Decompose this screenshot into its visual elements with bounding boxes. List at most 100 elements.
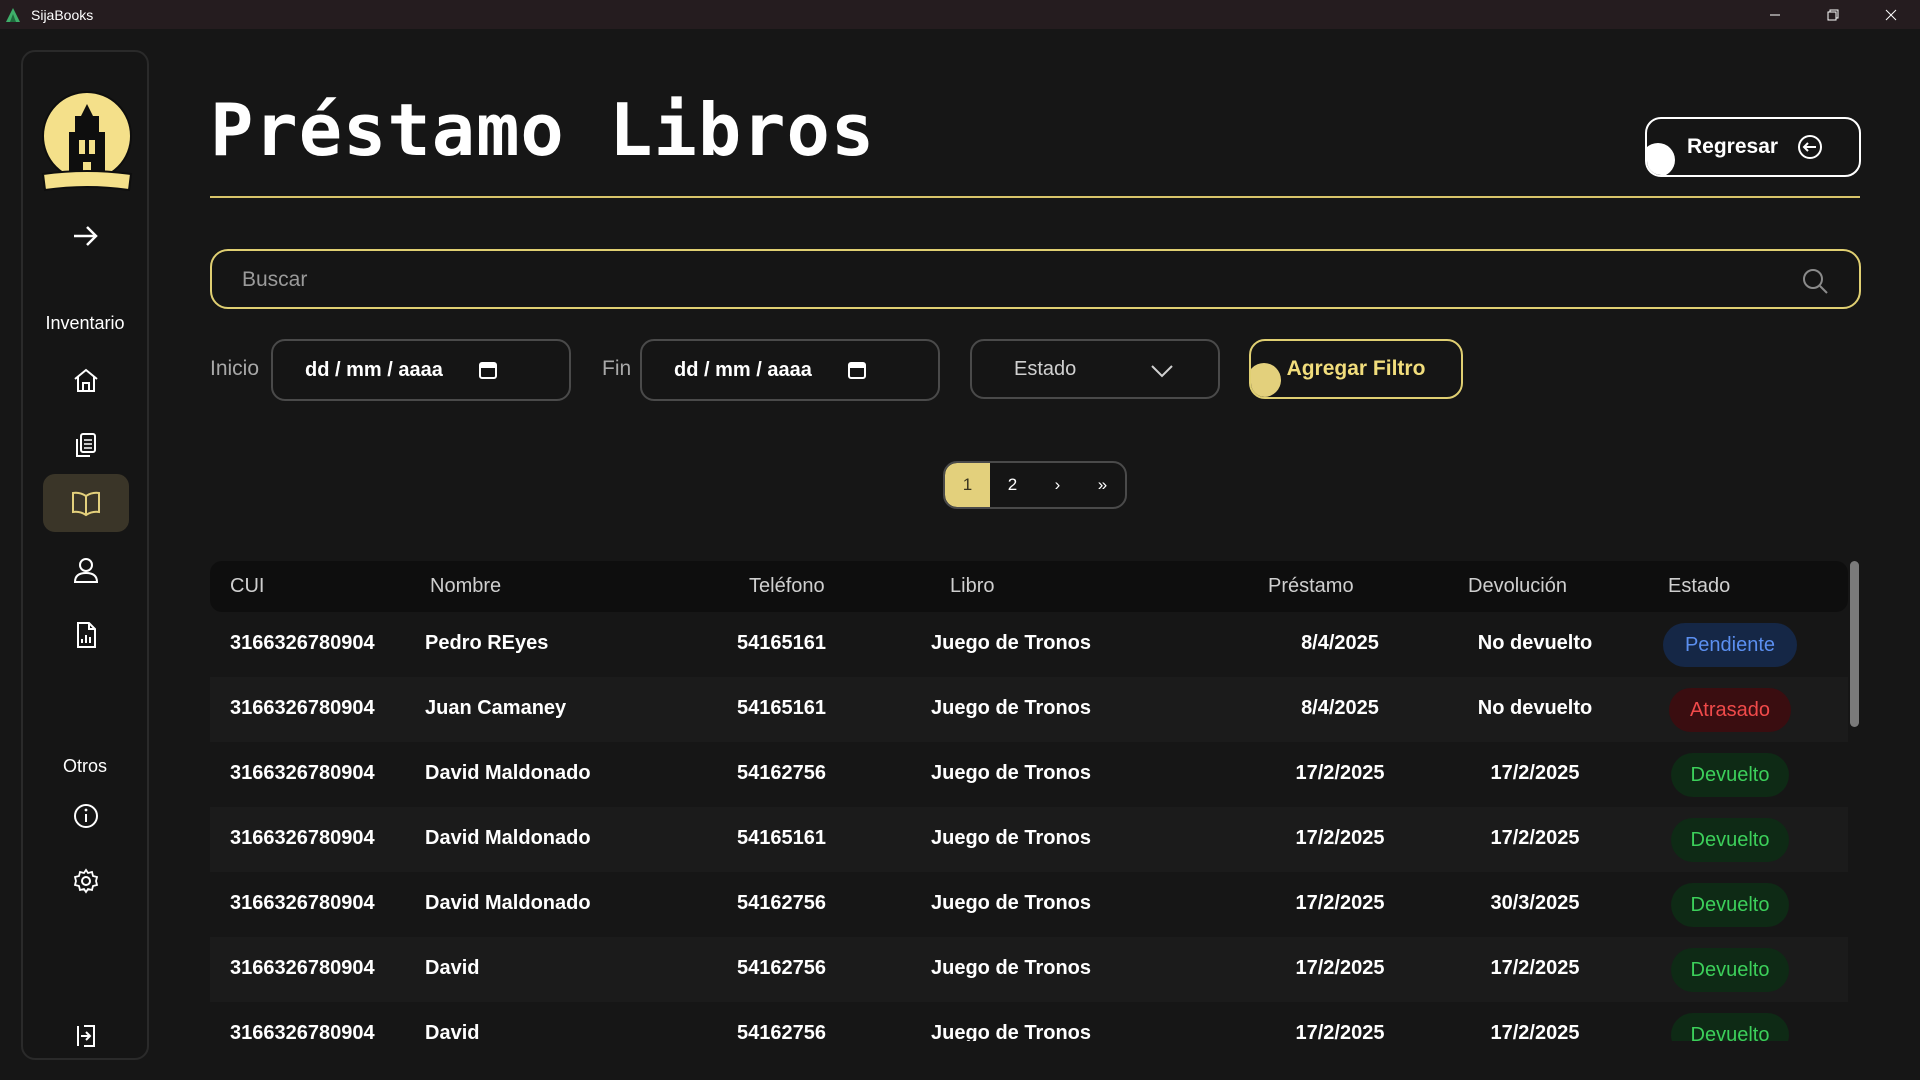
column-header-devolucion: Devolución xyxy=(1468,575,1567,597)
cell-libro: Juego de Tronos xyxy=(931,827,1092,849)
cell-nombre: David Maldonado xyxy=(425,892,591,914)
calendar-icon[interactable] xyxy=(846,359,868,381)
cell-telefono: 54162756 xyxy=(737,892,826,914)
column-header-estado: Estado xyxy=(1668,575,1731,597)
cell-telefono: 54162756 xyxy=(737,762,826,784)
cell-telefono: 54165161 xyxy=(737,697,826,719)
sidebar-item-books[interactable] xyxy=(43,474,129,532)
end-date-label: Fin xyxy=(602,357,632,380)
table-row[interactable]: 3166326780904 David 54162756 Juego de Trono… xyxy=(210,937,1848,1002)
next-page-button[interactable]: › xyxy=(1035,463,1080,507)
state-select-value: Estado xyxy=(1014,357,1077,380)
cell-devolucion: 17/2/2025 xyxy=(1490,827,1580,849)
cell-libro: Juego de Tronos xyxy=(931,697,1092,719)
close-icon xyxy=(1885,9,1897,20)
window-title: SijaBooks xyxy=(31,6,94,23)
cell-nombre: David Maldonado xyxy=(425,827,591,849)
search-icon[interactable] xyxy=(1801,267,1829,295)
back-button[interactable]: Regresar xyxy=(1645,117,1861,177)
pagination: 1 2 › » xyxy=(943,461,1127,509)
cell-nombre: David Maldonado xyxy=(425,762,591,784)
page-1-button[interactable]: 1 xyxy=(945,463,990,507)
cell-devolucion: No devuelto xyxy=(1477,632,1593,654)
column-header-nombre: Nombre xyxy=(430,575,502,597)
home-icon xyxy=(74,368,98,392)
cell-libro: Juego de Tronos xyxy=(931,632,1092,654)
cell-cui: 3166326780904 xyxy=(230,957,375,979)
cell-telefono: 54162756 xyxy=(737,957,826,979)
table-scrollbar-thumb[interactable] xyxy=(1850,561,1859,727)
status-badge: Devuelto xyxy=(1671,818,1789,862)
search-input[interactable] xyxy=(242,263,1742,297)
button-decoration xyxy=(1647,143,1675,175)
minimize-icon xyxy=(1770,14,1780,15)
sidebar-item-logout[interactable] xyxy=(43,1007,129,1065)
sidebar-item-settings[interactable] xyxy=(43,852,129,910)
cell-prestamo: 17/2/2025 xyxy=(1295,762,1385,784)
status-badge: Devuelto xyxy=(1671,883,1789,927)
table-row[interactable]: 3166326780904 Pedro REyes 54165161 Juego de… xyxy=(210,612,1848,677)
page-title: Préstamo Libros xyxy=(210,88,876,172)
cell-prestamo: 17/2/2025 xyxy=(1295,827,1385,849)
table-row[interactable]: 3166326780904 Juan Camaney 54165161 Juego d… xyxy=(210,677,1848,742)
table-row[interactable]: 3166326780904 David Maldonado 54165161 Jueg… xyxy=(210,807,1848,872)
close-button[interactable] xyxy=(1862,0,1920,29)
column-header-prestamo: Préstamo xyxy=(1268,575,1354,597)
arrow-left-circle-icon xyxy=(1798,135,1823,159)
status-badge: Devuelto xyxy=(1671,753,1789,797)
column-header-telefono: Teléfono xyxy=(749,575,825,597)
back-button-label: Regresar xyxy=(1687,135,1779,158)
sidebar-item-home[interactable] xyxy=(43,351,129,409)
section-inventario-label: Inventario xyxy=(45,313,125,333)
cell-libro: Juego de Tronos xyxy=(931,957,1092,979)
cell-prestamo: 17/2/2025 xyxy=(1295,892,1385,914)
table-row[interactable]: 3166326780904 David Maldonado 54162756 Jueg… xyxy=(210,742,1848,807)
sidebar-item-reports[interactable] xyxy=(43,606,129,664)
table-row[interactable]: 3166326780904 David 54162756 Juego de Trono… xyxy=(210,1002,1848,1041)
cell-cui: 3166326780904 xyxy=(230,892,375,914)
table-header: CUI Nombre Teléfono Libro Préstamo Devol… xyxy=(210,561,1848,612)
title-bar: SijaBooks xyxy=(0,0,1920,29)
cell-prestamo: 17/2/2025 xyxy=(1295,957,1385,979)
page-2-button[interactable]: 2 xyxy=(990,463,1035,507)
library-logo-icon xyxy=(41,91,133,192)
add-filter-button[interactable]: Agregar Filtro xyxy=(1249,339,1463,399)
user-icon xyxy=(73,558,99,583)
last-page-button[interactable]: » xyxy=(1080,463,1125,507)
restore-button[interactable] xyxy=(1804,0,1862,29)
cell-devolucion: No devuelto xyxy=(1477,697,1593,719)
sidebar-item-info[interactable] xyxy=(43,787,129,845)
cell-nombre: David xyxy=(425,957,480,979)
cell-devolucion: 17/2/2025 xyxy=(1490,957,1580,979)
minimize-button[interactable] xyxy=(1746,0,1804,29)
calendar-icon[interactable] xyxy=(477,359,499,381)
cell-prestamo: 8/4/2025 xyxy=(1301,632,1379,654)
cell-cui: 3166326780904 xyxy=(230,632,375,654)
cell-prestamo: 8/4/2025 xyxy=(1301,697,1379,719)
cell-libro: Juego de Tronos xyxy=(931,892,1092,914)
table-row[interactable]: 3166326780904 David Maldonado 54162756 Jueg… xyxy=(210,872,1848,937)
restore-icon xyxy=(1827,9,1839,20)
column-header-cui: CUI xyxy=(230,575,265,597)
copy-documents-icon xyxy=(76,433,96,457)
sidebar-item-documents[interactable] xyxy=(43,416,129,474)
cell-nombre: Pedro REyes xyxy=(425,632,549,654)
cell-cui: 3166326780904 xyxy=(230,697,375,719)
end-date-field[interactable]: dd / mm / aaaa xyxy=(640,339,940,401)
start-date-field[interactable]: dd / mm / aaaa xyxy=(271,339,571,401)
open-book-icon xyxy=(72,491,100,517)
loans-table: CUI Nombre Teléfono Libro Préstamo Devol… xyxy=(210,561,1848,1041)
expand-arrow-icon[interactable] xyxy=(69,220,101,252)
button-decoration xyxy=(1251,363,1281,397)
cell-cui: 3166326780904 xyxy=(230,1022,375,1041)
start-date-label: Inicio xyxy=(210,357,260,380)
cell-telefono: 54162756 xyxy=(737,1022,826,1041)
gear-icon xyxy=(73,868,99,894)
state-select[interactable]: Estado xyxy=(970,339,1220,399)
cell-telefono: 54165161 xyxy=(737,632,826,654)
cell-devolucion: 17/2/2025 xyxy=(1490,762,1580,784)
sidebar-item-users[interactable] xyxy=(43,541,129,599)
column-header-libro: Libro xyxy=(950,575,995,597)
section-otros-label: Otros xyxy=(62,756,107,776)
cell-libro: Juego de Tronos xyxy=(931,762,1092,784)
